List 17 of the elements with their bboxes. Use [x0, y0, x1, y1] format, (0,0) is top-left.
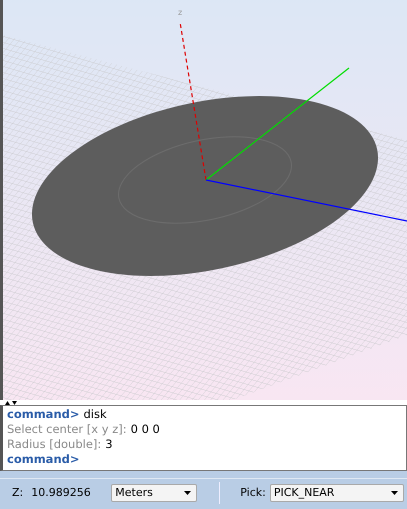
splitter-arrows-icon[interactable]: [4, 400, 18, 405]
console-value: 0 0 0: [130, 422, 160, 436]
console-label: Radius [double]:: [7, 437, 102, 451]
console-value: disk: [84, 407, 107, 421]
units-dropdown[interactable]: Meters: [111, 484, 198, 502]
caret-icon: [184, 490, 192, 494]
z-label: Z:: [12, 486, 24, 499]
pick-dropdown[interactable]: PICK_NEAR: [270, 484, 404, 502]
console-label: command>: [7, 407, 80, 421]
z-value: 10.989256: [31, 486, 92, 499]
console-panel[interactable]: command> disk Select center [x y z]: 0 0 0 Radius [double]: 3 command>: [0, 405, 407, 471]
caret-icon: [390, 490, 398, 494]
pick-label: Pick:: [240, 486, 266, 499]
console-label: Select center [x y z]:: [7, 422, 127, 436]
console-value: 3: [105, 437, 113, 451]
console-label: command>: [7, 452, 80, 466]
axis-label: z: [178, 8, 182, 17]
